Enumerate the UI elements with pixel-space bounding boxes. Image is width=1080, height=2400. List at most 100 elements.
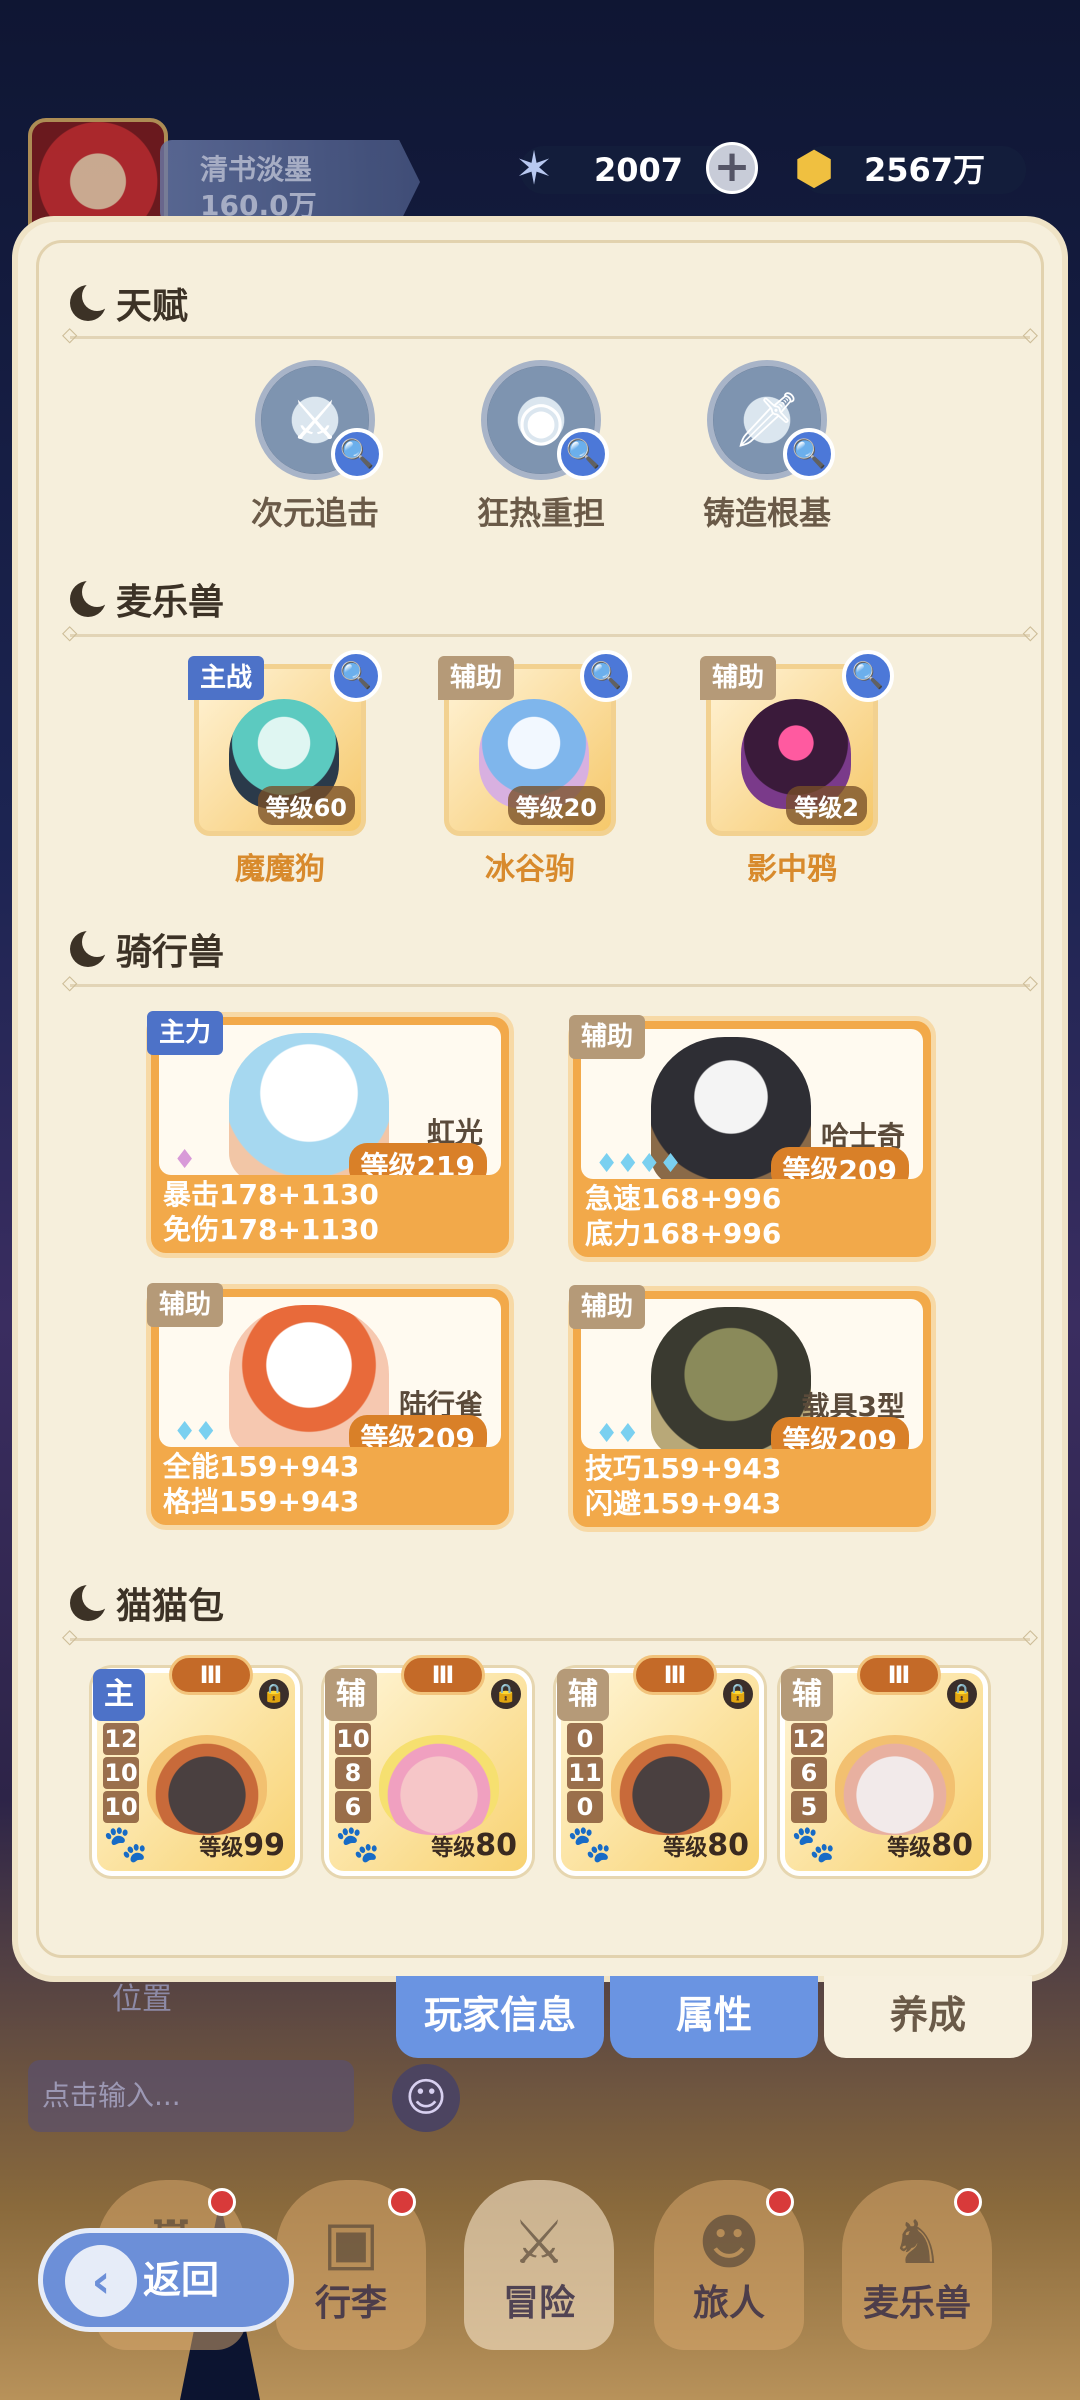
divider <box>62 322 1038 346</box>
talent-item[interactable]: ◉ 🔍 狂热重担 <box>466 360 616 534</box>
magnifier-icon[interactable]: 🔍 <box>580 650 632 702</box>
lock-icon[interactable]: 🔒 <box>947 1679 977 1709</box>
magnifier-icon[interactable]: 🔍 <box>842 650 894 702</box>
chat-input[interactable]: 点击输入... <box>28 2060 354 2132</box>
crescent-icon <box>70 577 112 617</box>
nav-luggage[interactable]: ▣ 行李 <box>276 2180 426 2350</box>
talent-item[interactable]: ⚔ 🔍 次元追击 <box>240 360 390 534</box>
lock-icon[interactable]: 🔒 <box>259 1679 289 1709</box>
person-icon: ☻ <box>697 2208 761 2278</box>
mount-level: 等级209 <box>770 1417 909 1449</box>
cat-stat: 10 <box>103 1757 139 1789</box>
nav-label: 冒险 <box>502 2283 575 2324</box>
coin-count: 2567万 <box>864 151 986 189</box>
nav-traveler[interactable]: ☻ 旅人 <box>654 2180 804 2350</box>
cat-level: 等级80 <box>431 1828 517 1863</box>
mount-stat: 闪避159+943 <box>585 1487 782 1520</box>
mount-stat: 暴击178+1130 <box>163 1178 379 1211</box>
mount-stat: 全能159+943 <box>163 1450 360 1483</box>
pet-level: 等级60 <box>257 786 355 825</box>
pet-card[interactable]: 等级60 主战 🔍 魔魔狗 <box>188 650 382 888</box>
divider <box>62 620 1038 644</box>
pet-level: 等级20 <box>507 786 605 825</box>
tab-attributes[interactable]: 属性 <box>610 1976 818 2058</box>
pet-role-tag: 辅助 <box>438 656 515 700</box>
mount-level: 等级209 <box>770 1147 909 1179</box>
notification-dot <box>766 2188 794 2216</box>
cat-role-tag: 辅 <box>325 1669 377 1721</box>
nav-adventure[interactable]: ⚔ 冒险 <box>464 2180 614 2350</box>
magnifier-icon[interactable]: 🔍 <box>783 428 835 480</box>
section-pets-title: 麦乐兽 <box>70 572 224 626</box>
pet-role-tag: 主战 <box>188 656 265 700</box>
paw-icon: 🐾 <box>567 1824 612 1865</box>
cat-stat: 0 <box>567 1723 603 1755</box>
emoji-icon[interactable]: ☺ <box>392 2064 460 2132</box>
mount-role-tag: 辅助 <box>569 1015 646 1059</box>
section-talent-title: 天赋 <box>70 276 188 330</box>
cat-pack-card[interactable]: 辅 Ⅲ 🔒 10 8 6 🐾 等级80 <box>324 1655 532 1876</box>
pet-card[interactable]: 等级20 辅助 🔍 冰谷驹 <box>438 650 632 888</box>
notification-dot <box>954 2188 982 2216</box>
mount-card[interactable]: 虹光 等级219 ♦ 主力 暴击178+1130 免伤178+1130 <box>146 1011 514 1258</box>
star-gem-icon: ✶ <box>514 141 554 195</box>
lock-icon[interactable]: 🔒 <box>723 1679 753 1709</box>
tab-player-info[interactable]: 玩家信息 <box>396 1976 604 2058</box>
mount-stars: ♦♦♦♦ <box>595 1149 682 1179</box>
mount-role-tag: 辅助 <box>147 1283 224 1327</box>
cat-stat: 6 <box>791 1757 827 1789</box>
sword-icon: 🗡 🔍 <box>707 360 835 480</box>
nav-pets[interactable]: ♞ 麦乐兽 <box>842 2180 992 2350</box>
player-power: 160.0万 <box>200 189 317 222</box>
cat-pack-card[interactable]: 辅 Ⅲ 🔒 12 6 5 🐾 等级80 <box>780 1655 988 1876</box>
paw-icon: 🐾 <box>791 1824 836 1865</box>
mount-stars: ♦♦ <box>173 1417 218 1447</box>
magnifier-icon[interactable]: 🔍 <box>331 428 383 480</box>
talent-item[interactable]: 🗡 🔍 铸造根基 <box>692 360 842 534</box>
cat-stat: 0 <box>567 1791 603 1823</box>
notification-dot <box>208 2188 236 2216</box>
magnifier-icon[interactable]: 🔍 <box>557 428 609 480</box>
cat-stat: 6 <box>335 1791 371 1823</box>
gem-counter: ✶ 2007 + <box>515 142 758 194</box>
magnifier-icon[interactable]: 🔍 <box>330 650 382 702</box>
back-label: 返回 <box>143 2258 220 2302</box>
cat-tier-badge: Ⅲ <box>169 1655 253 1695</box>
cat-tier-badge: Ⅲ <box>857 1655 941 1695</box>
gold-coin-icon: ⬢ <box>793 141 835 195</box>
nav-label: 行李 <box>314 2283 387 2324</box>
mount-level: 等级219 <box>348 1143 487 1175</box>
cat-stat: 12 <box>791 1723 827 1755</box>
mount-card[interactable]: 哈士奇 等级209 ♦♦♦♦ 辅助 急速168+996 底力168+996 <box>568 1015 936 1262</box>
cat-pack-card[interactable]: 辅 Ⅲ 🔒 0 11 0 🐾 等级80 <box>556 1655 764 1876</box>
cat-pack-card[interactable]: 主 Ⅲ 🔒 12 10 10 🐾 等级99 <box>92 1655 300 1876</box>
cat-level: 等级80 <box>663 1828 749 1863</box>
cat-tier-badge: Ⅲ <box>401 1655 485 1695</box>
back-arrow-icon: ‹ <box>65 2245 137 2317</box>
mount-stat: 格挡159+943 <box>163 1485 360 1518</box>
crescent-icon <box>70 281 112 321</box>
paw-icon: 🐾 <box>103 1824 148 1865</box>
pet-card[interactable]: 等级2 辅助 🔍 影中鸦 <box>700 650 894 888</box>
cat-stat: 5 <box>791 1791 827 1823</box>
crossed-swords-icon: ⚔ <box>512 2208 566 2278</box>
paw-icon: 🐾 <box>335 1824 380 1865</box>
gem-count: 2007 <box>594 151 684 189</box>
mount-stat: 底力168+996 <box>585 1217 782 1250</box>
tab-cultivate[interactable]: 养成 <box>824 1976 1032 2058</box>
pet-level: 等级2 <box>786 786 867 825</box>
cat-role-tag: 辅 <box>781 1669 833 1721</box>
mount-card[interactable]: 载具3型 等级209 ♦♦ 辅助 技巧159+943 闪避159+943 <box>568 1285 936 1532</box>
cat-portrait <box>611 1735 731 1835</box>
cat-icon: ♞ <box>890 2208 944 2278</box>
mount-level: 等级209 <box>348 1415 487 1447</box>
lock-icon[interactable]: 🔒 <box>491 1679 521 1709</box>
mount-card[interactable]: 陆行雀 等级209 ♦♦ 辅助 全能159+943 格挡159+943 <box>146 1283 514 1530</box>
mount-stat: 免伤178+1130 <box>163 1213 379 1246</box>
mount-stars: ♦ <box>173 1145 196 1175</box>
position-label: 位置 <box>112 1982 172 2017</box>
add-gem-button[interactable]: + <box>706 142 758 194</box>
mount-role-tag: 辅助 <box>569 1285 646 1329</box>
cat-stat: 10 <box>335 1723 371 1755</box>
back-button[interactable]: ‹ 返回 <box>38 2228 294 2332</box>
